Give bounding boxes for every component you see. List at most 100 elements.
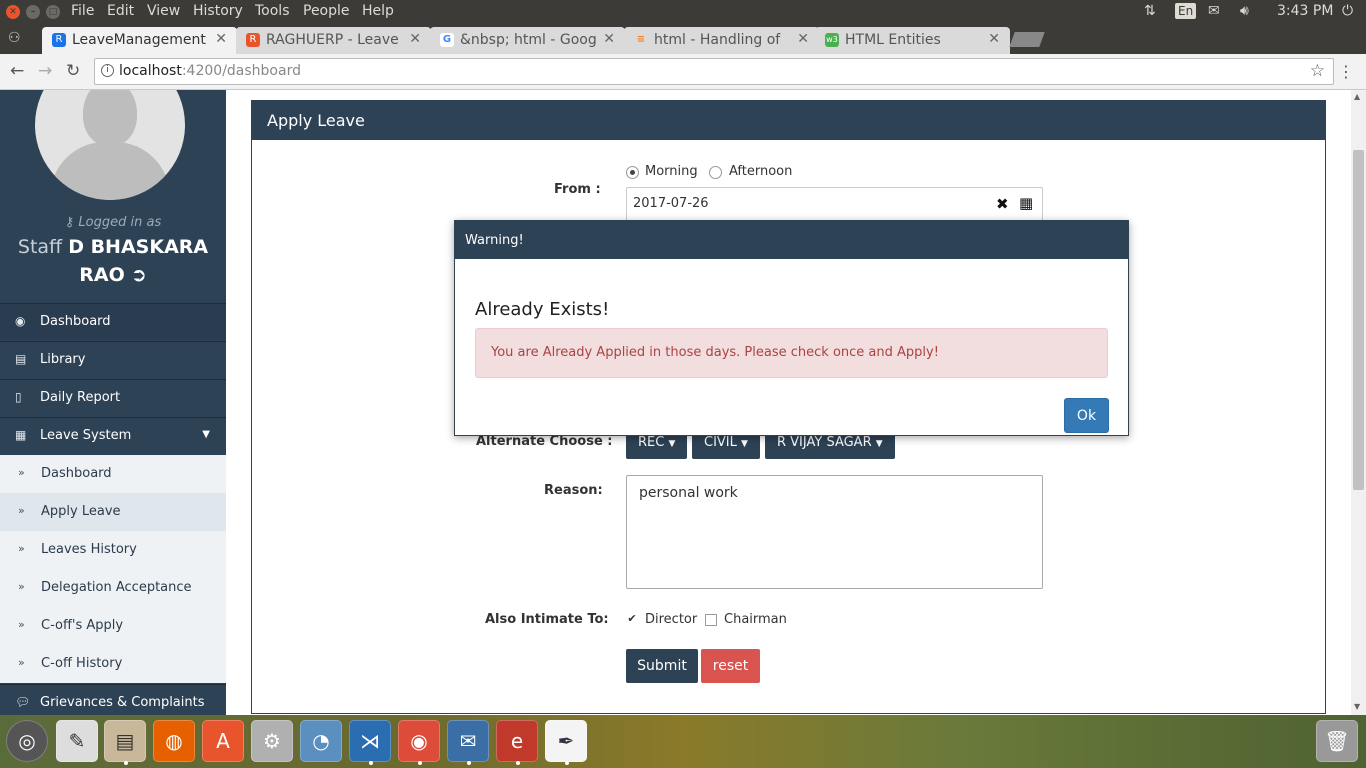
os-menu-bar: ✕ – □ File Edit View History Tools Peopl…: [0, 0, 1366, 24]
google-icon: G: [440, 33, 454, 47]
sidebar-subitem-leaves-history[interactable]: » Leaves History: [0, 531, 226, 569]
network-icon[interactable]: ⇅: [1144, 3, 1156, 19]
sidebar-item-daily-report[interactable]: ▯ Daily Report: [0, 379, 226, 416]
scrollbar-thumb[interactable]: [1353, 150, 1364, 490]
chromium-icon[interactable]: ◔: [300, 720, 342, 762]
tab-title: LeaveManagement: [72, 32, 206, 48]
chairman-checkbox[interactable]: [705, 614, 717, 626]
tab-close-icon[interactable]: ✕: [988, 31, 1000, 47]
firefox-icon[interactable]: ◍: [153, 720, 195, 762]
tab-google-search[interactable]: G &nbsp; html - Goog ✕: [430, 27, 625, 54]
w3-icon: w3: [825, 33, 839, 47]
logged-in-label: ⚷ Logged in as: [64, 215, 162, 230]
vscode-icon[interactable]: ⋊: [349, 720, 391, 765]
tab-stackoverflow[interactable]: ≡ html - Handling of ✕: [624, 27, 819, 54]
url-path: :4200/dashboard: [181, 63, 301, 79]
caret-down-icon: ▼: [668, 439, 676, 449]
launcher-dock: ◎ ✎ ▤ ◍ A ⚙ ◔ ⋊ ◉ ✉ e ✒ 🗑︎: [0, 715, 1366, 768]
menu-view[interactable]: View: [147, 3, 180, 19]
keyboard-layout-indicator[interactable]: En: [1175, 3, 1197, 19]
menu-people[interactable]: People: [303, 3, 350, 19]
afternoon-radio[interactable]: [709, 166, 722, 179]
ubuntu-logo-icon[interactable]: ◎: [6, 720, 48, 762]
sidebar-subitem-delegation-acceptance[interactable]: » Delegation Acceptance: [0, 569, 226, 607]
address-bar[interactable]: i localhost:4200/dashboard ☆: [94, 58, 1334, 85]
director-label: Director: [645, 612, 698, 627]
window-close-icon[interactable]: ✕: [6, 5, 20, 19]
tab-close-icon[interactable]: ✕: [603, 31, 615, 47]
avatar: [35, 90, 185, 200]
dashboard-icon: ◉: [15, 314, 26, 328]
menu-tools[interactable]: Tools: [255, 3, 290, 19]
tab-leave-management[interactable]: R LeaveManagement ✕: [42, 27, 237, 54]
menu-help[interactable]: Help: [362, 3, 394, 19]
menu-edit[interactable]: Edit: [107, 3, 134, 19]
calendar-icon[interactable]: ▦: [1019, 194, 1033, 212]
menu-history[interactable]: History: [193, 3, 243, 19]
sidebar-subitem-dashboard[interactable]: » Dashboard: [0, 455, 226, 493]
tab-title: html - Handling of: [654, 32, 781, 48]
tab-raghuerp[interactable]: R RAGHUERP - Leave ✕: [236, 27, 431, 54]
power-icon[interactable]: ⏻: [1342, 3, 1353, 19]
tab-close-icon[interactable]: ✕: [797, 31, 809, 47]
sidebar-item-leave-system[interactable]: ▦ Leave System ▼: [0, 417, 226, 454]
clear-date-icon[interactable]: ✖: [996, 195, 1009, 213]
trash-icon[interactable]: 🗑︎: [1316, 720, 1358, 762]
sidebar-item-grievances[interactable]: 💬︎ Grievances & Complaints: [0, 684, 226, 715]
app-icon[interactable]: e: [496, 720, 538, 765]
sidebar-item-dashboard[interactable]: ◉ Dashboard: [0, 303, 226, 340]
erp-icon: R: [246, 33, 260, 47]
scroll-down-icon[interactable]: ▼: [1354, 702, 1360, 711]
tab-title: HTML Entities: [845, 32, 941, 48]
scroll-up-icon[interactable]: ▲: [1354, 92, 1360, 101]
sidebar-subitem-coff-apply[interactable]: » C-off's Apply: [0, 607, 226, 645]
bookmark-star-icon[interactable]: ☆: [1310, 61, 1325, 81]
thunderbird-icon[interactable]: ✉: [447, 720, 489, 765]
comments-icon: 💬︎: [15, 695, 31, 709]
forward-icon[interactable]: →: [38, 61, 52, 81]
chrome-icon[interactable]: ◉: [398, 720, 440, 765]
settings-icon[interactable]: ⚙: [251, 720, 293, 762]
sidebar-subitem-apply-leave[interactable]: » Apply Leave: [0, 493, 226, 531]
morning-label: Morning: [645, 164, 698, 179]
afternoon-label: Afternoon: [729, 164, 793, 179]
window-minimize-icon[interactable]: –: [26, 5, 40, 19]
morning-radio[interactable]: [626, 166, 639, 179]
software-center-icon[interactable]: A: [202, 720, 244, 762]
back-icon[interactable]: ←: [10, 61, 24, 81]
clock[interactable]: 3:43 PM: [1277, 3, 1333, 19]
file-icon: ▯: [15, 390, 22, 404]
tab-close-icon[interactable]: ✕: [215, 31, 227, 47]
sidebar-item-library[interactable]: ▤ Library: [0, 341, 226, 378]
incognito-icon: ⚇: [8, 30, 21, 46]
tab-title: &nbsp; html - Goog: [460, 32, 597, 48]
submit-button[interactable]: Submit: [626, 649, 698, 683]
director-checkbox[interactable]: ✔: [626, 613, 638, 626]
menu-file[interactable]: File: [71, 3, 94, 19]
reason-textarea[interactable]: personal work: [626, 475, 1043, 589]
tab-html-entities[interactable]: w3 HTML Entities ✕: [815, 27, 1010, 54]
info-icon[interactable]: i: [101, 64, 114, 77]
browser-tab-bar: ⚇ R LeaveManagement ✕ R RAGHUERP - Leave…: [0, 24, 1366, 54]
book-icon: ▤: [15, 352, 27, 366]
tab-close-icon[interactable]: ✕: [409, 31, 421, 47]
from-label: From :: [554, 182, 601, 197]
window-maximize-icon[interactable]: □: [46, 5, 60, 19]
reset-button[interactable]: reset: [701, 649, 760, 683]
sign-out-icon[interactable]: ➲: [131, 264, 147, 286]
from-date-input[interactable]: 2017-07-26: [626, 187, 1043, 221]
file-manager-icon[interactable]: ▤: [104, 720, 146, 765]
volume-icon[interactable]: 🔊︎: [1240, 3, 1249, 19]
inkscape-icon[interactable]: ✒: [545, 720, 587, 765]
page-scrollbar[interactable]: ▲ ▼: [1351, 90, 1366, 715]
reload-icon[interactable]: ↻: [66, 61, 80, 81]
text-editor-icon[interactable]: ✎: [56, 720, 98, 762]
browser-toolbar: ← → ↻ i localhost:4200/dashboard ☆ ⋮: [0, 54, 1366, 90]
mail-icon[interactable]: ✉: [1208, 3, 1220, 19]
browser-menu-icon[interactable]: ⋮: [1338, 62, 1354, 81]
sidebar-subitem-coff-history[interactable]: » C-off History: [0, 645, 226, 683]
caret-down-icon: ▼: [202, 429, 210, 440]
new-tab-button[interactable]: [1009, 32, 1045, 47]
chairman-label: Chairman: [724, 612, 787, 627]
ok-button[interactable]: Ok: [1064, 398, 1109, 433]
